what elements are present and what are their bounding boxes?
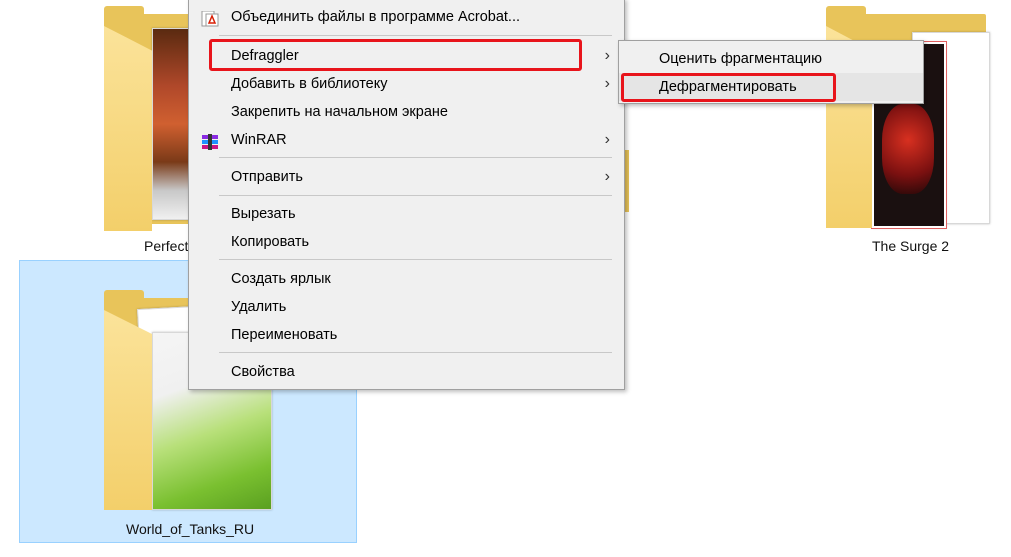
menu-item-cut[interactable]: Вырезать [189, 200, 624, 228]
folder-label-world-of-tanks: World_of_Tanks_RU [126, 521, 255, 537]
menu-item-label: Свойства [231, 364, 295, 380]
menu-item-label: Вырезать [231, 206, 296, 222]
menu-item-create-shortcut[interactable]: Создать ярлык [189, 265, 624, 293]
menu-item-label: Объединить файлы в программе Acrobat... [231, 9, 521, 25]
folder-label-perfect: Perfect [144, 238, 189, 254]
menu-item-label: Создать ярлык [231, 271, 331, 287]
menu-separator [219, 35, 612, 36]
folder-perfect[interactable] [104, 6, 196, 231]
menu-item-label: Добавить в библиотеку [231, 76, 388, 92]
menu-item-add-to-library[interactable]: Добавить в библиотеку › [189, 70, 624, 98]
menu-item-copy[interactable]: Копировать [189, 228, 624, 256]
menu-item-label: Удалить [231, 299, 287, 315]
menu-item-label: Отправить [231, 169, 303, 185]
menu-item-send-to[interactable]: Отправить › [189, 163, 624, 191]
menu-item-pin-to-start[interactable]: Закрепить на начальном экране [189, 98, 624, 126]
chevron-right-icon: › [604, 168, 610, 185]
highlight-box-defragment [621, 73, 836, 102]
folder-label-the-surge-2: The Surge 2 [872, 238, 950, 254]
menu-item-label: Переименовать [231, 327, 338, 343]
menu-separator [219, 157, 612, 158]
submenu-item-label: Оценить фрагментацию [659, 51, 823, 67]
chevron-right-icon: › [604, 75, 610, 92]
menu-item-label: WinRAR [231, 132, 287, 148]
highlight-box-defraggler [209, 39, 582, 71]
menu-separator [219, 259, 612, 260]
menu-item-delete[interactable]: Удалить [189, 293, 624, 321]
acrobat-icon [201, 9, 219, 27]
menu-item-properties[interactable]: Свойства [189, 358, 624, 386]
chevron-right-icon: › [604, 47, 610, 64]
menu-item-label: Копировать [231, 234, 310, 250]
menu-item-rename[interactable]: Переименовать [189, 321, 624, 349]
menu-separator [219, 195, 612, 196]
submenu-item-analyze[interactable]: Оценить фрагментацию [619, 45, 923, 73]
menu-separator [219, 352, 612, 353]
menu-item-acrobat-merge[interactable]: Объединить файлы в программе Acrobat... [189, 3, 624, 31]
menu-item-winrar[interactable]: WinRAR › [189, 126, 624, 154]
menu-item-label: Закрепить на начальном экране [231, 104, 448, 120]
winrar-icon [201, 132, 219, 150]
chevron-right-icon: › [604, 131, 610, 148]
